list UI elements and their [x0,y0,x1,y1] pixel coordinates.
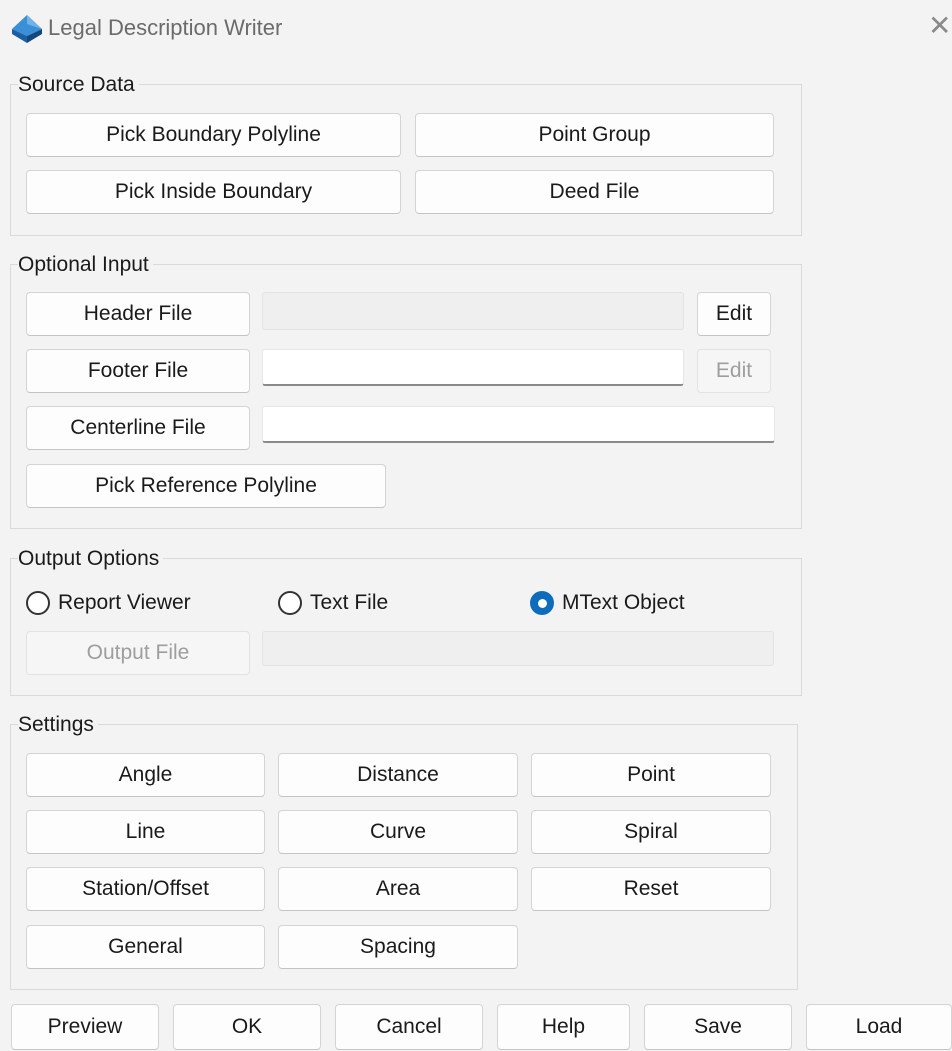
output-options-group [10,558,802,696]
footer-file-field[interactable] [262,349,684,386]
text-file-label: Text File [310,591,389,614]
radio-circle-icon[interactable] [26,591,50,615]
settings-legend: Settings [18,713,98,737]
ok-button[interactable]: OK [173,1004,321,1050]
output-file-button: Output File [26,631,250,675]
optional-input-legend: Optional Input [18,253,153,277]
pick-reference-polyline-button[interactable]: Pick Reference Polyline [26,464,386,508]
spiral-button[interactable]: Spiral [531,810,771,854]
cancel-button[interactable]: Cancel [335,1004,483,1050]
output-options-legend: Output Options [18,547,164,571]
station-offset-button[interactable]: Station/Offset [26,867,265,911]
pick-boundary-polyline-button[interactable]: Pick Boundary Polyline [26,113,401,157]
report-viewer-radio[interactable]: Report Viewer [26,589,191,617]
deed-file-button[interactable]: Deed File [415,170,774,214]
civil-3d-app-icon [12,15,42,43]
footer-edit-button: Edit [697,349,771,393]
curve-button[interactable]: Curve [278,810,518,854]
line-button[interactable]: Line [26,810,265,854]
load-button[interactable]: Load [806,1004,952,1050]
radio-circle-icon[interactable] [278,591,302,615]
point-button[interactable]: Point [531,753,771,797]
output-file-path [262,631,774,666]
save-button[interactable]: Save [644,1004,792,1050]
title-bar: Legal Description Writer ✕ [0,0,952,58]
header-file-path [262,292,684,330]
mtext-object-label: MText Object [562,591,685,614]
angle-button[interactable]: Angle [26,753,265,797]
point-group-button[interactable]: Point Group [415,113,774,157]
mtext-object-radio[interactable]: MText Object [530,589,685,617]
centerline-file-field[interactable] [262,406,775,443]
header-edit-button[interactable]: Edit [697,292,771,336]
close-icon[interactable]: ✕ [928,12,952,42]
spacing-button[interactable]: Spacing [278,925,518,969]
pick-inside-boundary-button[interactable]: Pick Inside Boundary [26,170,401,214]
report-viewer-label: Report Viewer [58,591,191,614]
centerline-file-button[interactable]: Centerline File [26,406,250,450]
reset-button[interactable]: Reset [531,867,771,911]
help-button[interactable]: Help [497,1004,630,1050]
footer-file-button[interactable]: Footer File [26,349,250,393]
text-file-radio[interactable]: Text File [278,589,388,617]
distance-button[interactable]: Distance [278,753,518,797]
general-button[interactable]: General [26,925,265,969]
source-data-legend: Source Data [18,73,139,97]
area-button[interactable]: Area [278,867,518,911]
preview-button[interactable]: Preview [11,1004,159,1050]
window-title: Legal Description Writer [48,15,283,40]
radio-selected-icon[interactable] [530,591,554,615]
header-file-button[interactable]: Header File [26,292,250,336]
